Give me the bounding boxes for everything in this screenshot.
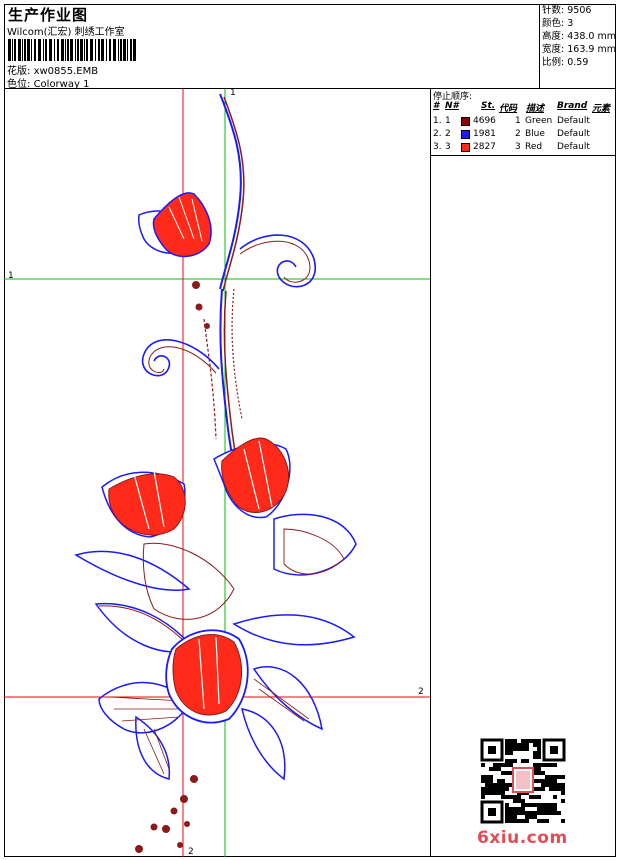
tulip-left [101, 470, 186, 538]
color-swatch [461, 130, 470, 139]
guide-label-red: 2 [418, 687, 424, 697]
guide-label-green: 1 [8, 271, 14, 281]
tulip-bottom [165, 629, 249, 724]
header-panel: 生产作业图 Wilcom(汇宏) 刺绣工作室 花版: xw0855.EMB 色位… [4, 4, 540, 90]
colorway: 色位: Colorway 1 [7, 75, 89, 90]
barcode-icon [8, 39, 136, 61]
stat-width: 宽度: 163.9 mm [542, 44, 616, 55]
tulip-top [138, 192, 212, 258]
watermark-logo: 6xiu.com [477, 828, 568, 848]
stat-scale: 比例: 0.59 [542, 57, 589, 68]
qr-code-icon [480, 738, 566, 824]
guide-label-bottom: 2 [188, 847, 194, 857]
col-desc: 描述 [526, 104, 545, 114]
stat-stitches: 针数: 9506 [542, 5, 592, 16]
col-code: 代码 [499, 104, 518, 114]
embroidery-canvas: 1 1 2 2 [4, 89, 431, 857]
guide-label-top: 1 [230, 89, 236, 98]
col-num: N# [445, 101, 459, 111]
col-stitches: St. [481, 101, 496, 111]
color-swatch [461, 143, 470, 152]
flower-dots [135, 281, 210, 853]
embroidery-design [4, 89, 430, 857]
table-row: 3. 3 2827 3 Red Default [433, 142, 590, 152]
table-row: 1. 1 4696 1 Green Default [433, 116, 590, 126]
col-hash: # [433, 101, 440, 111]
page-title: 生产作业图 [8, 6, 89, 24]
stem-outline [219, 93, 242, 290]
col-brand: Brand [557, 101, 588, 111]
table-row: 2. 2 1981 2 Blue Default [433, 129, 590, 139]
company-name: Wilcom(汇宏) 刺绣工作室 [7, 27, 125, 38]
stat-height: 高度: 438.0 mm [542, 31, 616, 42]
col-element: 元素 [592, 104, 611, 114]
stat-colors: 颜色: 3 [542, 18, 574, 29]
stats-panel: 针数: 9506 颜色: 3 高度: 438.0 mm 宽度: 163.9 mm… [540, 4, 616, 89]
stop-sequence-panel: 停止顺序: # N# St. 代码 描述 Brand 元素 1. 1 4696 … [431, 89, 616, 156]
color-swatch [461, 117, 470, 126]
